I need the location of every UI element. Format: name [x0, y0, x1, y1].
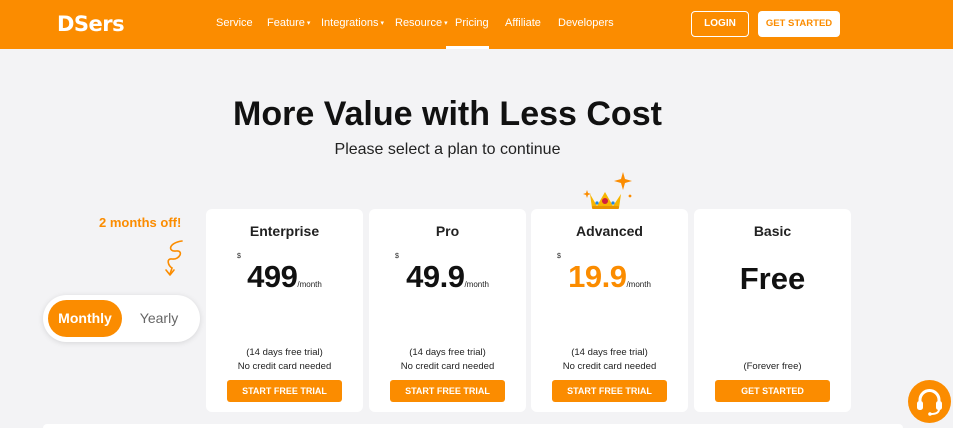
nav-item-feature[interactable]: Feature ▾	[267, 17, 310, 29]
section-divider	[43, 424, 903, 428]
get-started-button[interactable]: GET STARTED	[758, 11, 840, 37]
crown-icon	[583, 172, 632, 209]
plan-card-enterprise: Enterprise $ 499/month (14 days free tri…	[206, 209, 363, 412]
nav-item-developers[interactable]: Developers	[558, 17, 614, 29]
squiggle-arrow-icon	[165, 240, 183, 276]
get-started-plan-button[interactable]: GET STARTED	[715, 380, 830, 402]
credit-card-note: No credit card needed	[562, 361, 657, 372]
billing-yearly-option[interactable]: Yearly	[127, 300, 191, 337]
nav-item-service[interactable]: Service	[216, 17, 253, 29]
plan-card-pro: Pro $ 49.9/month (14 days free trial) No…	[369, 209, 526, 412]
chevron-down-icon: ▾	[306, 20, 311, 27]
start-free-trial-button[interactable]: START FREE TRIAL	[552, 380, 667, 402]
plan-name: Basic	[753, 223, 792, 239]
billing-monthly-option[interactable]: Monthly	[48, 300, 122, 337]
promo-label: 2 months off!	[99, 215, 182, 230]
chevron-down-icon: ▾	[444, 20, 448, 27]
nav-active-indicator	[446, 46, 489, 49]
headset-icon	[917, 389, 942, 416]
forever-free-note: (Forever free)	[743, 361, 802, 372]
plan-name: Pro	[435, 223, 460, 239]
support-chat-button[interactable]	[908, 380, 951, 423]
plan-price: 49.9	[406, 259, 465, 294]
plan-card-advanced: Advanced $ 19.9/month (14 days free tria…	[531, 209, 688, 412]
price-period: /month	[297, 280, 322, 289]
plan-card-basic: Basic Free (Forever free) GET STARTED	[694, 209, 851, 412]
trial-note: (14 days free trial)	[409, 347, 486, 358]
plan-name: Advanced	[576, 223, 643, 239]
billing-toggle[interactable]: Monthly Yearly	[43, 295, 200, 342]
nav-item-resource[interactable]: Resource ▾	[395, 17, 448, 29]
plan-name: Enterprise	[249, 223, 320, 239]
price-period: /month	[464, 280, 489, 289]
login-button[interactable]: LOGIN	[691, 11, 749, 37]
nav-item-integrations[interactable]: Integrations ▾	[321, 17, 384, 29]
plan-price: 499	[247, 259, 298, 294]
plan-price: Free	[739, 261, 806, 296]
credit-card-note: No credit card needed	[237, 361, 332, 372]
start-free-trial-button[interactable]: START FREE TRIAL	[390, 380, 505, 402]
page-subtitle: Please select a plan to continue	[334, 141, 561, 158]
nav-item-affiliate[interactable]: Affiliate	[505, 17, 541, 29]
nav-item-pricing[interactable]: Pricing	[455, 17, 489, 29]
chevron-down-icon: ▾	[380, 20, 384, 27]
plan-price: 19.9	[568, 259, 627, 294]
price-period: /month	[626, 280, 651, 289]
start-free-trial-button[interactable]: START FREE TRIAL	[227, 380, 342, 402]
page-title: More Value with Less Cost	[233, 95, 662, 133]
trial-note: (14 days free trial)	[571, 347, 648, 358]
trial-note: (14 days free trial)	[246, 347, 323, 358]
top-nav: DSers Service Feature ▾ Integrations ▾ Res…	[0, 0, 953, 49]
brand-logo[interactable]: DSers	[57, 12, 125, 36]
credit-card-note: No credit card needed	[400, 361, 495, 372]
